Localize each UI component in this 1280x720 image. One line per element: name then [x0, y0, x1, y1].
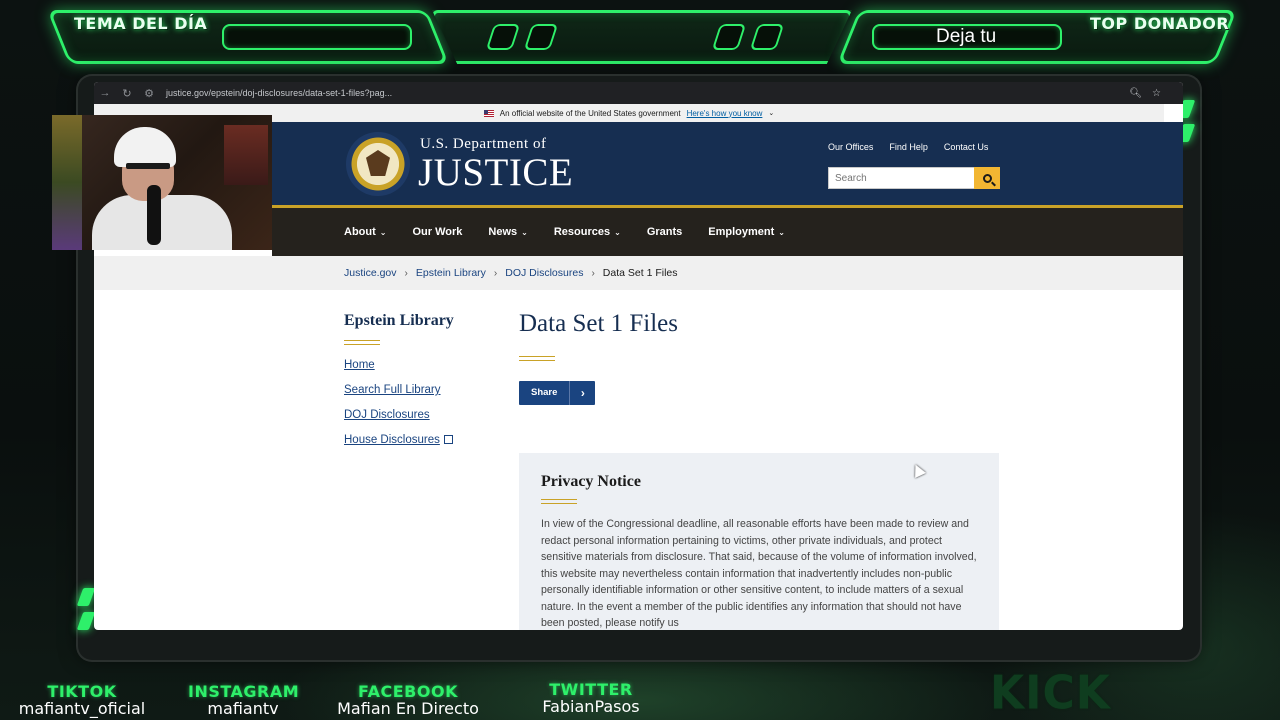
- chevron-down-icon: ⌄: [521, 227, 528, 237]
- search-input[interactable]: [828, 167, 974, 189]
- share-button[interactable]: Share ›: [519, 381, 596, 405]
- doj-seal-logo[interactable]: [346, 132, 410, 196]
- breadcrumb-current: Data Set 1 Files: [602, 267, 678, 279]
- nav-item-news[interactable]: News ⌄: [488, 226, 527, 238]
- our-offices-link[interactable]: Our Offices: [828, 142, 873, 152]
- webcam-feed: [52, 115, 272, 250]
- nav-item-about[interactable]: About ⌄: [344, 226, 386, 238]
- breadcrumb-justice[interactable]: Justice.gov: [344, 267, 397, 279]
- ticker-text: Deja tu: [936, 26, 996, 47]
- zoom-icon[interactable]: 🔍︎: [1129, 88, 1142, 99]
- side-nav: Epstein Library Home Search Full Library…: [344, 312, 494, 459]
- nav-item-our-work[interactable]: Our Work: [412, 226, 462, 238]
- site-info-icon[interactable]: ⚙: [138, 87, 160, 100]
- site-title[interactable]: JUSTICE: [418, 150, 573, 195]
- bookmark-star-icon[interactable]: ☆: [1152, 88, 1161, 99]
- chevron-down-icon: ⌄: [768, 110, 775, 117]
- social-handle: mafiantv_oficial: [18, 699, 146, 718]
- divider: [541, 499, 577, 504]
- address-bar[interactable]: justice.gov/epstein/doj-disclosures/data…: [166, 88, 392, 98]
- utility-links: Our Offices Find Help Contact Us: [828, 142, 988, 152]
- contact-us-link[interactable]: Contact Us: [944, 142, 989, 152]
- chevron-down-icon: ⌄: [614, 227, 621, 237]
- chevron-right-icon: ›: [493, 267, 498, 279]
- external-link-icon: [443, 435, 453, 444]
- gov-banner-text: An official website of the United States…: [499, 108, 681, 118]
- kick-logo: KICK: [990, 666, 1111, 720]
- how-you-know-link[interactable]: Here's how you know: [687, 109, 763, 118]
- social-tiktok: TIKTOK mafiantv_oficial: [18, 682, 146, 718]
- chevron-right-icon: ›: [591, 267, 595, 279]
- chevron-down-icon: ⌄: [778, 227, 785, 237]
- divider: [344, 340, 380, 345]
- breadcrumb: Justice.gov › Epstein Library › DOJ Disc…: [94, 256, 1183, 290]
- forward-icon[interactable]: →: [94, 87, 116, 99]
- site-search: [828, 167, 1000, 189]
- nav-item-grants[interactable]: Grants: [647, 226, 682, 238]
- social-instagram: INSTAGRAM mafiantv: [188, 682, 299, 718]
- chevron-right-icon: ›: [404, 267, 408, 279]
- browser-toolbar: → ↻ ⚙ justice.gov/epstein/doj-disclosure…: [94, 82, 1183, 104]
- us-flag-icon: [483, 109, 494, 117]
- streamer-body: [92, 195, 232, 250]
- divider: [519, 356, 555, 361]
- social-twitter: TWITTER FabianPasos: [530, 680, 652, 716]
- breadcrumb-epstein-library[interactable]: Epstein Library: [416, 267, 486, 279]
- topic-label: TEMA DEL DÍA: [74, 14, 208, 33]
- streamer-glasses: [126, 163, 170, 169]
- webcam-background: [52, 115, 82, 250]
- privacy-body: In view of the Congressional deadline, a…: [541, 518, 977, 629]
- site-header: U.S. Department of JUSTICE Our Offices F…: [272, 122, 1183, 208]
- reload-icon[interactable]: ↻: [116, 87, 138, 100]
- webcam-background: [224, 125, 268, 185]
- side-nav-house-disclosures[interactable]: House Disclosures: [344, 434, 494, 446]
- main-content: Data Set 1 Files Share ›: [519, 310, 999, 405]
- social-facebook: FACEBOOK Mafian En Directo: [328, 682, 488, 718]
- top-donor-label: TOP DONADOR: [1090, 14, 1230, 33]
- search-icon: [982, 173, 992, 183]
- social-handle: Mafian En Directo: [337, 699, 479, 718]
- share-label: Share: [531, 387, 558, 398]
- microphone-icon: [147, 185, 161, 245]
- topic-slot: [222, 24, 412, 50]
- streamer-cap: [114, 127, 176, 167]
- page-title: Data Set 1 Files: [519, 310, 679, 337]
- chevron-right-icon: ›: [569, 381, 595, 405]
- side-nav-home[interactable]: Home: [344, 359, 494, 371]
- social-handle: FabianPasos: [542, 697, 640, 716]
- chevron-down-icon: ⌄: [379, 227, 387, 237]
- breadcrumb-doj-disclosures[interactable]: DOJ Disclosures: [505, 267, 583, 279]
- social-handle: mafiantv: [207, 699, 279, 718]
- privacy-title: Privacy Notice: [541, 473, 641, 490]
- nav-item-employment[interactable]: Employment ⌄: [708, 226, 785, 238]
- find-help-link[interactable]: Find Help: [889, 142, 928, 152]
- nav-item-resources[interactable]: Resources ⌄: [554, 226, 621, 238]
- privacy-notice: Privacy Notice In view of the Congressio…: [519, 453, 999, 630]
- side-nav-title: Epstein Library: [344, 312, 454, 329]
- side-nav-doj-disclosures[interactable]: DOJ Disclosures: [344, 409, 494, 421]
- side-nav-search-full-library[interactable]: Search Full Library: [344, 384, 494, 396]
- search-button[interactable]: [974, 167, 1000, 189]
- main-nav: About ⌄ Our Work News ⌄ Resources ⌄ Grants …: [272, 208, 1183, 256]
